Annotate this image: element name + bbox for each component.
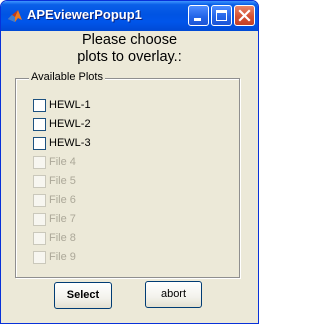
dialog-window: APEviewerPopup1 Please choose plots to o… [0,0,259,324]
checkbox-label: HEWL-3 [49,137,91,149]
prompt-line-1: Please choose [81,32,178,48]
checkbox-box [33,156,46,169]
checkbox-label: File 9 [49,251,76,263]
maximize-icon [216,10,227,21]
checkbox-label: File 8 [49,232,76,244]
checkbox-label: File 7 [49,213,76,225]
checkbox-label: File 4 [49,156,76,168]
available-plots-group: Available Plots HEWL-1 HEWL-2 HEWL-3 Fil… [15,71,240,278]
checkbox-label: HEWL-1 [49,99,91,111]
title-bar[interactable]: APEviewerPopup1 [1,1,258,31]
checkbox-box [33,213,46,226]
minimize-button[interactable] [188,5,209,26]
select-button[interactable]: Select [54,282,112,309]
dialog-body: Please choose plots to overlay.: Availab… [4,31,255,321]
checkbox-box [33,194,46,207]
window-title: APEviewerPopup1 [27,7,142,22]
minimize-icon [194,18,201,21]
checkbox-box[interactable] [33,137,46,150]
group-title: Available Plots [29,71,105,83]
checkbox-box [33,251,46,264]
close-button[interactable] [234,5,255,26]
abort-button[interactable]: abort [145,281,202,308]
checkbox-box[interactable] [33,99,46,112]
maximize-button[interactable] [211,5,232,26]
close-icon [238,9,251,22]
checkbox-box [33,175,46,188]
matlab-icon[interactable] [7,8,23,24]
prompt-text: Please choose plots to overlay.: [4,32,255,66]
checkbox-label: HEWL-2 [49,118,91,130]
checkbox-label: File 5 [49,175,76,187]
checkbox-box [33,232,46,245]
checkbox-label: File 6 [49,194,76,206]
checkbox-box[interactable] [33,118,46,131]
prompt-line-2: plots to overlay.: [77,49,182,65]
